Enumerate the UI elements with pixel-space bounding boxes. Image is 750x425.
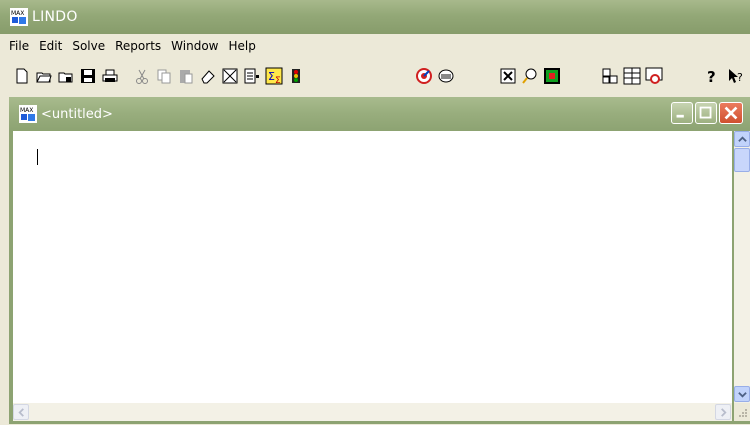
document-title: <untitled> xyxy=(41,106,113,122)
menu-window[interactable]: Window xyxy=(166,39,223,53)
resize-grip-icon xyxy=(739,409,747,417)
view-icon[interactable] xyxy=(56,65,76,87)
send-to-back-icon[interactable] xyxy=(436,65,456,87)
minimize-button[interactable] xyxy=(671,102,693,124)
model-editor[interactable] xyxy=(13,131,732,403)
cut-icon[interactable] xyxy=(132,65,152,87)
basis-picture-icon[interactable] xyxy=(644,65,664,87)
look-icon[interactable] xyxy=(520,65,540,87)
open-icon[interactable] xyxy=(34,65,54,87)
vertical-scrollbar[interactable] xyxy=(734,131,750,403)
context-help-icon[interactable]: ? xyxy=(726,65,746,87)
menu-bar: File Edit Solve Reports Window Help xyxy=(0,34,750,58)
paste-symbol-icon[interactable] xyxy=(242,65,262,87)
maximize-button[interactable] xyxy=(695,102,717,124)
picture-icon[interactable] xyxy=(542,65,562,87)
close-all-icon[interactable] xyxy=(498,65,518,87)
save-icon[interactable] xyxy=(78,65,98,87)
app-titlebar[interactable]: MAX LINDO xyxy=(0,0,750,34)
menu-help[interactable]: Help xyxy=(223,39,260,53)
lindo-max-icon: MAX xyxy=(19,105,37,123)
svg-text:?: ? xyxy=(707,68,716,85)
chevron-left-icon xyxy=(17,407,24,417)
menu-edit[interactable]: Edit xyxy=(34,39,67,53)
vertical-scroll-thumb[interactable] xyxy=(734,148,750,172)
options-icon[interactable] xyxy=(414,65,434,87)
lindo-max-icon: MAX xyxy=(10,8,28,26)
copy-icon[interactable] xyxy=(154,65,174,87)
cascade-icon[interactable] xyxy=(622,65,642,87)
new-icon[interactable] xyxy=(12,65,32,87)
clear-icon[interactable] xyxy=(198,65,218,87)
svg-text:MAX: MAX xyxy=(11,10,24,17)
paste-icon[interactable] xyxy=(176,65,196,87)
scroll-down-button[interactable] xyxy=(734,386,750,402)
menu-file[interactable]: File xyxy=(4,39,34,53)
tile-icon[interactable] xyxy=(600,65,620,87)
resize-grip[interactable] xyxy=(734,403,750,421)
chevron-up-icon xyxy=(737,135,747,142)
clear-all-icon[interactable] xyxy=(220,65,240,87)
solve-icon[interactable]: ΣΣ xyxy=(264,65,284,87)
svg-text:MAX: MAX xyxy=(20,107,33,114)
menu-solve[interactable]: Solve xyxy=(67,39,110,53)
help-icon[interactable]: ? xyxy=(702,65,722,87)
svg-text:Σ: Σ xyxy=(268,70,275,83)
document-titlebar[interactable]: MAX <untitled> xyxy=(9,97,750,131)
chevron-right-icon xyxy=(720,407,727,417)
compile-icon[interactable] xyxy=(286,65,306,87)
chevron-down-icon xyxy=(737,391,747,398)
scroll-left-button[interactable] xyxy=(13,404,29,420)
scroll-right-button[interactable] xyxy=(715,404,731,420)
horizontal-scrollbar[interactable] xyxy=(13,403,732,421)
scroll-up-button[interactable] xyxy=(734,131,750,147)
app-title: LINDO xyxy=(32,9,78,25)
close-button[interactable] xyxy=(719,102,743,124)
document-window xyxy=(9,131,750,424)
svg-text:?: ? xyxy=(737,71,743,84)
print-icon[interactable] xyxy=(100,65,120,87)
svg-text:Σ: Σ xyxy=(275,76,281,85)
menu-reports[interactable]: Reports xyxy=(110,39,166,53)
toolbar: ΣΣ ? ? xyxy=(0,60,750,92)
text-caret xyxy=(37,149,38,165)
